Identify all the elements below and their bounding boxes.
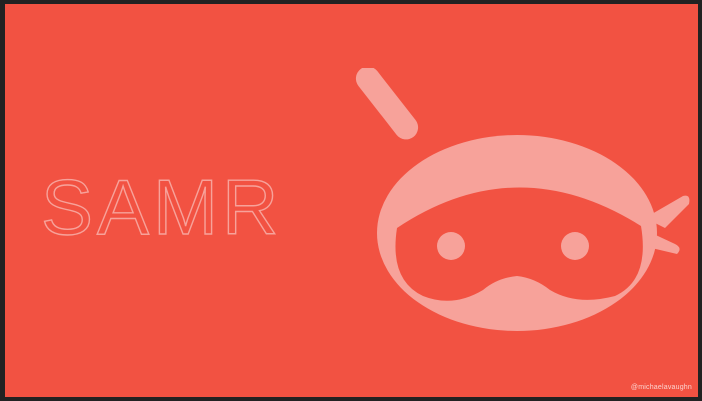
slide-title: SAMR: [40, 162, 282, 251]
slide-frame: SAMR @michaelavaughn: [0, 0, 702, 401]
slide-title-text: SAMR: [41, 163, 282, 251]
ninja-mascot-icon: [355, 68, 690, 331]
author-credit: @michaelavaughn: [630, 384, 692, 391]
slide: SAMR @michaelavaughn: [5, 4, 698, 397]
